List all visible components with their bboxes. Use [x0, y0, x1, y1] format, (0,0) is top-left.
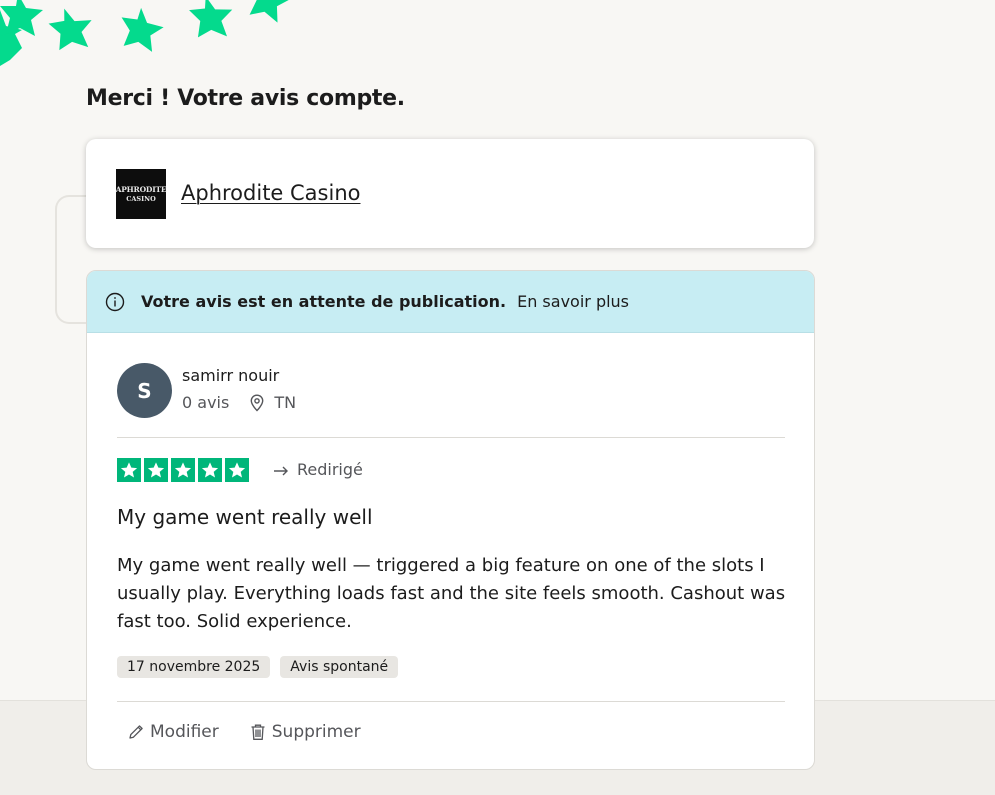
pending-notice: Votre avis est en attente de publication…	[87, 271, 814, 333]
star-rating	[117, 458, 252, 482]
edit-button[interactable]: Modifier	[127, 722, 219, 742]
edit-label: Modifier	[150, 722, 219, 742]
reviewer-country: TN	[274, 393, 297, 412]
company-name-link[interactable]: Aphrodite Casino	[181, 181, 360, 205]
review-count: 0 avis	[182, 393, 230, 412]
review-badges: 17 novembre 2025 Avis spontané	[117, 656, 408, 678]
reviewer-name[interactable]: samirr nouir	[182, 366, 279, 385]
logo-text-line1: APHRODITE	[115, 185, 167, 194]
rating-star-icon	[198, 458, 222, 482]
reviewer-meta: 0 avis TN	[182, 393, 296, 412]
notice-text: Votre avis est en attente de publication…	[141, 292, 507, 311]
review-card: Votre avis est en attente de publication…	[86, 270, 815, 770]
decorative-stars	[0, 0, 291, 66]
delete-label: Supprimer	[271, 722, 361, 742]
date-badge: 17 novembre 2025	[117, 656, 271, 678]
location-pin-icon	[250, 393, 264, 411]
logo-text-line2: CASINO	[126, 194, 156, 203]
review-actions: Modifier Supprimer	[127, 722, 391, 742]
page-title: Merci ! Votre avis compte.	[86, 86, 405, 111]
trash-icon	[251, 724, 265, 740]
learn-more-link[interactable]: En savoir plus	[517, 292, 629, 311]
divider	[117, 437, 785, 438]
delete-button[interactable]: Supprimer	[249, 722, 361, 742]
rating-star-icon	[144, 458, 168, 482]
review-title: My game went really well	[117, 505, 373, 529]
review-body: My game went really well — triggered a b…	[117, 555, 786, 632]
company-card: APHRODITE CASINO Aphrodite Casino	[86, 139, 814, 248]
divider	[117, 701, 785, 702]
rating-star-icon	[117, 458, 141, 482]
rating-star-icon	[171, 458, 195, 482]
connector-bracket	[55, 195, 87, 324]
redirect-arrow-icon	[274, 466, 288, 475]
review-type-badge: Avis spontané	[280, 656, 399, 678]
avatar[interactable]: S	[117, 363, 172, 418]
pencil-icon	[129, 725, 143, 739]
info-circle-icon	[105, 292, 125, 311]
redirected-status: Redirigé	[273, 460, 363, 479]
rating-star-icon	[225, 458, 249, 482]
company-logo[interactable]: APHRODITE CASINO	[115, 169, 167, 219]
redirected-label: Redirigé	[297, 460, 363, 479]
